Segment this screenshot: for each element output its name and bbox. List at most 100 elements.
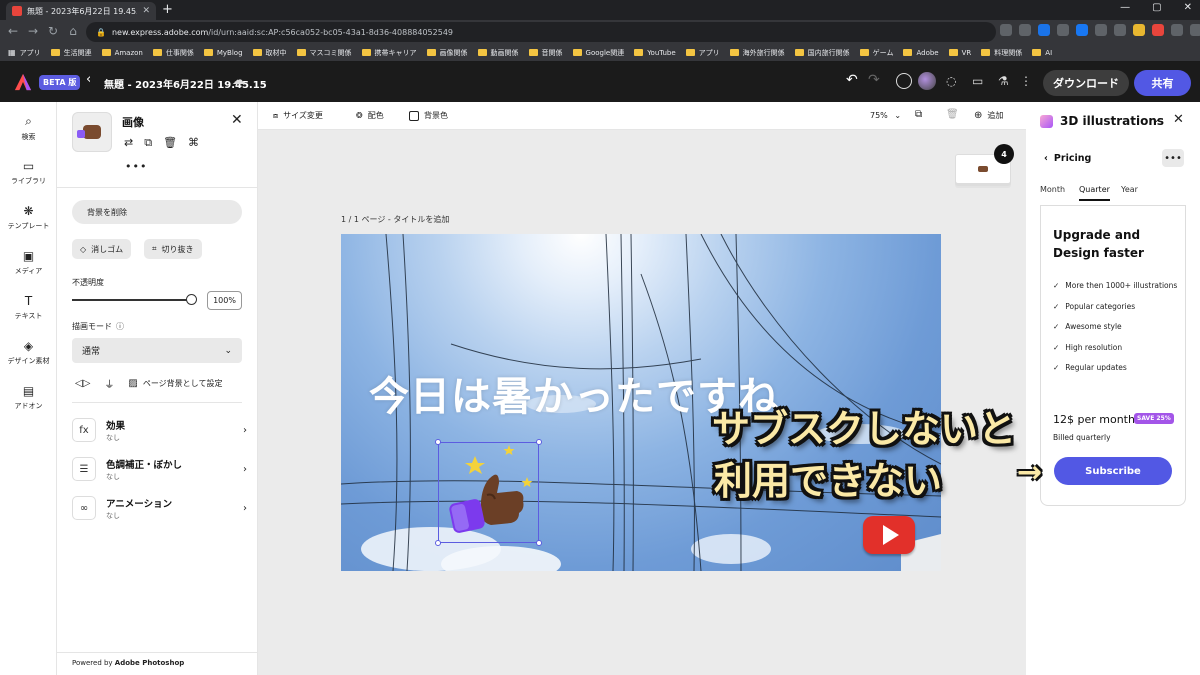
tab-year[interactable]: Year xyxy=(1121,185,1138,194)
window-close-icon[interactable]: ✕ xyxy=(1184,2,1192,13)
extension-icon[interactable] xyxy=(1114,24,1126,36)
bookmark-item[interactable]: 海外旅行関係 xyxy=(729,48,785,58)
new-tab-icon[interactable]: + xyxy=(162,2,173,17)
browser-tab[interactable]: 無題 - 2023年6月22日 19.45.15 ✕ xyxy=(6,2,156,20)
menu-kebab-icon[interactable]: ⋮ xyxy=(1020,74,1032,88)
bookmark-item[interactable]: 動画関係 xyxy=(477,48,519,58)
invite-person-icon[interactable] xyxy=(896,73,912,89)
extension-icon[interactable] xyxy=(1076,24,1088,36)
arrange-icon[interactable]: ⌘ xyxy=(188,136,199,150)
lightbulb-icon[interactable]: ◌ xyxy=(946,74,956,88)
flip-horizontal-icon[interactable]: ◁▷ xyxy=(75,378,90,389)
collaborators[interactable] xyxy=(896,72,936,90)
opacity-input[interactable]: 100% xyxy=(207,291,242,310)
bookmark-item[interactable]: 取材中 xyxy=(252,48,287,58)
bookmark-item[interactable]: アプリ xyxy=(685,48,720,58)
omnibox[interactable]: 🔒 new.express.adobe.com/id/urn:aaid:sc:A… xyxy=(86,22,996,42)
bookmark-item[interactable]: 料理関係 xyxy=(981,48,1022,58)
rail-item[interactable]: ❋ テンプレート xyxy=(0,204,57,231)
sidepanel-icon[interactable] xyxy=(1190,24,1200,36)
undo-icon[interactable]: ↶ xyxy=(846,72,858,88)
trash-icon[interactable]: 🗑 xyxy=(163,136,177,150)
effect-row[interactable]: ☰ 色調補正・ぼかし なし › xyxy=(72,455,247,483)
resize-handle[interactable] xyxy=(536,439,542,445)
bookmark-item[interactable]: Google関連 xyxy=(572,48,624,58)
extension-icon[interactable] xyxy=(1152,24,1164,36)
close-icon[interactable]: ✕ xyxy=(231,112,243,128)
bookmark-item[interactable]: Amazon xyxy=(101,49,143,57)
bookmark-item[interactable]: Adobe xyxy=(903,49,939,57)
info-icon[interactable]: ⓘ xyxy=(116,321,124,332)
rail-item[interactable]: ▭ ライブラリ xyxy=(0,159,57,186)
pages-icon[interactable]: ⧉ xyxy=(915,109,922,120)
youtube-play-icon[interactable] xyxy=(863,516,915,554)
resize-handle[interactable] xyxy=(435,540,441,546)
effect-row[interactable]: fx 効果 なし › xyxy=(72,416,247,444)
more-options-button[interactable]: ••• xyxy=(1162,149,1184,167)
flip-vertical-icon[interactable]: ⏚ xyxy=(104,376,114,391)
rail-item[interactable]: T テキスト xyxy=(0,294,57,321)
extension-icon[interactable] xyxy=(1133,24,1145,36)
add-button[interactable]: ⊕ 追加 xyxy=(974,110,1003,121)
effect-row[interactable]: ∞ アニメーション なし › xyxy=(72,494,247,522)
extension-icon[interactable] xyxy=(1057,24,1069,36)
extension-icon[interactable] xyxy=(1038,24,1050,36)
crop-button[interactable]: ⌗ 切り抜き xyxy=(144,239,202,259)
bookmark-item[interactable]: VR xyxy=(948,49,971,57)
redo-icon[interactable]: ↷ xyxy=(868,72,880,88)
tab-close-icon[interactable]: ✕ xyxy=(142,6,150,16)
minimize-icon[interactable]: — xyxy=(1120,2,1130,13)
bookmark-item[interactable]: 生活関連 xyxy=(50,48,92,58)
rail-item[interactable]: ⌕ 検索 xyxy=(0,114,57,142)
chevron-down-icon[interactable]: ⌄ xyxy=(1152,114,1160,125)
bookmark-item[interactable]: 画像関係 xyxy=(426,48,468,58)
eraser-button[interactable]: ◇ 消しゴム xyxy=(72,239,132,259)
bookmark-item[interactable]: ゲーム xyxy=(859,48,893,58)
bookmark-item[interactable]: AI xyxy=(1032,49,1052,57)
close-icon[interactable]: ✕ xyxy=(1173,112,1184,127)
bookmark-item[interactable]: マスコミ関係 xyxy=(296,48,352,58)
color-theme-button[interactable]: ❂ 配色 xyxy=(356,110,384,121)
resize-handle[interactable] xyxy=(536,540,542,546)
bookmark-item[interactable]: 国内旅行関係 xyxy=(794,48,850,58)
chevron-left-icon[interactable]: ‹ xyxy=(86,72,91,87)
duplicate-icon[interactable]: ⧉ xyxy=(144,136,152,150)
adobe-express-logo-icon[interactable] xyxy=(14,73,32,91)
tab-month[interactable]: Month xyxy=(1040,185,1065,194)
back-arrow-icon[interactable]: ← xyxy=(6,24,20,38)
bookmark-item[interactable]: MyBlog xyxy=(203,49,243,57)
rail-item[interactable]: ◈ デザイン素材 xyxy=(0,339,57,366)
bookmark-item[interactable]: ▦ アプリ xyxy=(8,48,41,58)
resize-button[interactable]: ⧈ サイズ変更 xyxy=(273,110,323,121)
flask-icon[interactable]: ⚗ xyxy=(998,74,1009,88)
extension-icon[interactable] xyxy=(1019,24,1031,36)
subscribe-button[interactable]: Subscribe xyxy=(1054,457,1172,485)
opacity-slider-thumb[interactable] xyxy=(186,294,197,305)
maximize-icon[interactable]: ▢ xyxy=(1152,2,1161,13)
cloud-icon[interactable]: ☁ xyxy=(232,73,245,88)
bookmark-item[interactable]: YouTube xyxy=(634,49,676,57)
tab-quarter[interactable]: Quarter xyxy=(1079,185,1110,201)
background-color-button[interactable]: 背景色 xyxy=(409,110,448,121)
bookmark-item[interactable]: 携帯キャリア xyxy=(361,48,417,58)
resize-handle[interactable] xyxy=(435,439,441,445)
rail-item[interactable]: ▤ アドオン xyxy=(0,384,57,411)
replace-icon[interactable]: ⇄ xyxy=(124,136,133,150)
rail-item[interactable]: ▣ メディア xyxy=(0,249,57,276)
set-as-page-background-button[interactable]: ▨ ページ背景として設定 xyxy=(128,378,222,389)
opacity-slider-track[interactable] xyxy=(72,299,192,301)
page-title-label[interactable]: 1 / 1 ページ - タイトルを追加 xyxy=(341,214,449,225)
remove-background-button[interactable]: 背景を削除 xyxy=(72,200,242,224)
extension-icon[interactable] xyxy=(1095,24,1107,36)
pricing-back[interactable]: ‹ Pricing xyxy=(1044,153,1091,164)
bookmark-item[interactable]: 仕事関係 xyxy=(152,48,194,58)
extension-icon[interactable] xyxy=(1000,24,1012,36)
comment-icon[interactable]: ▭ xyxy=(972,74,983,88)
puzzle-icon[interactable] xyxy=(1171,24,1183,36)
trash-icon[interactable]: 🗑 xyxy=(946,109,959,120)
more-icon[interactable]: ••• xyxy=(125,160,147,173)
share-button[interactable]: 共有 xyxy=(1134,70,1191,96)
forward-arrow-icon[interactable]: → xyxy=(26,24,40,38)
bookmark-item[interactable]: 音関係 xyxy=(528,48,563,58)
reload-icon[interactable]: ↻ xyxy=(46,24,60,38)
